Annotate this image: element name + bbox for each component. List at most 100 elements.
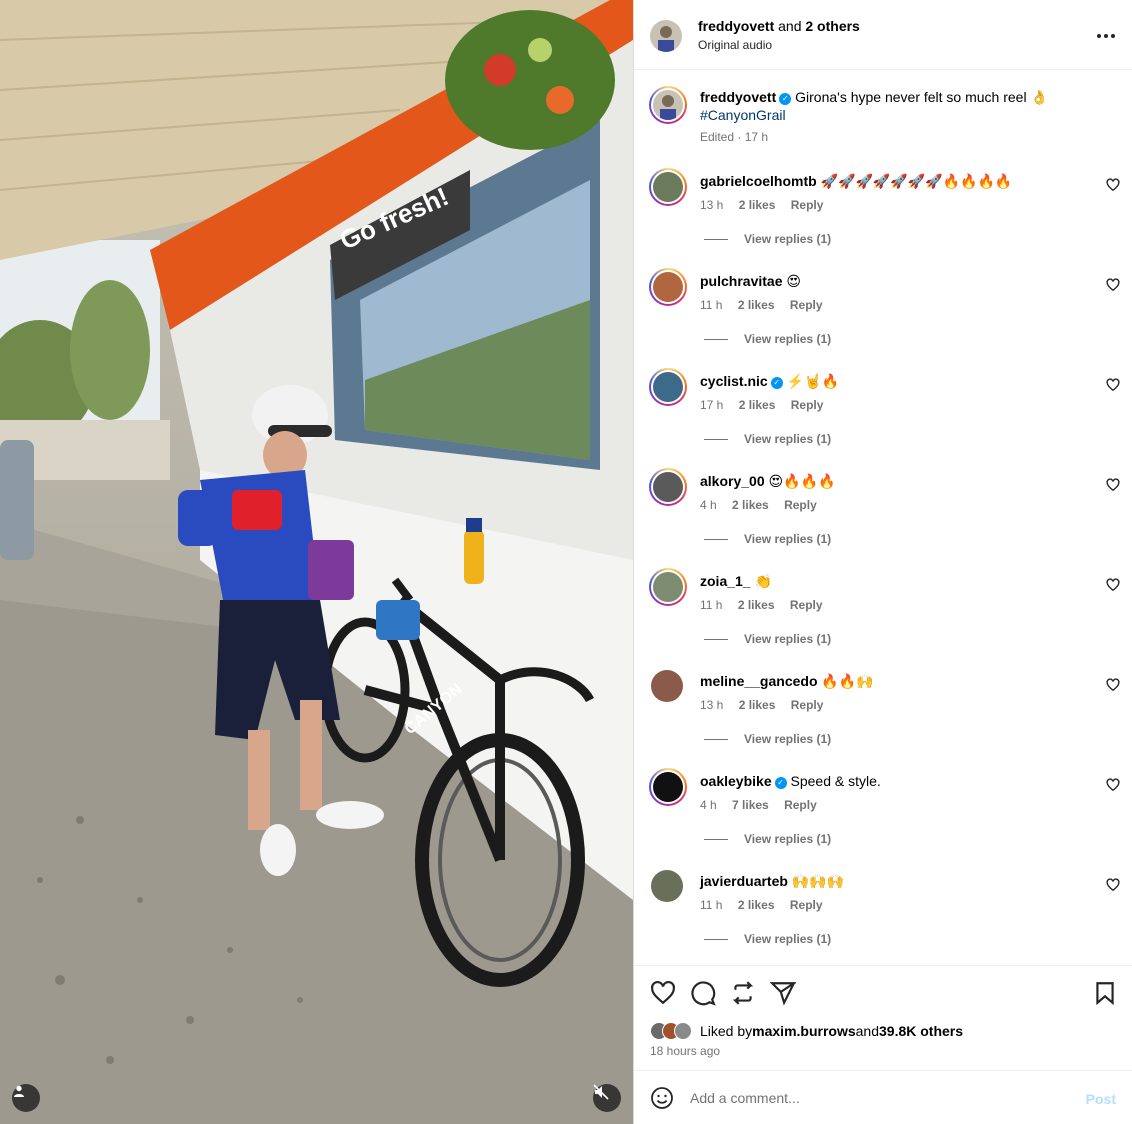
more-horizontal-icon[interactable] <box>1094 26 1118 46</box>
comment-username[interactable]: javierduarteb <box>700 873 788 889</box>
caption-username[interactable]: freddyovett <box>700 89 776 105</box>
comment-likes[interactable]: 2 likes <box>732 498 769 512</box>
author-avatar[interactable] <box>650 20 682 52</box>
comment-like-heart-icon[interactable] <box>1106 578 1120 592</box>
view-replies-button[interactable]: View replies (1) <box>704 732 831 746</box>
comment-username[interactable]: zoia_1_ <box>700 573 751 589</box>
comment-reply-button[interactable]: Reply <box>791 398 824 412</box>
verified-badge-icon: ✓ <box>770 377 783 389</box>
comment-time[interactable]: 11 h <box>700 598 722 612</box>
reel-video[interactable]: Go fresh! CANYON <box>0 0 633 1124</box>
comment-time[interactable]: 11 h <box>700 298 722 312</box>
comment-text-line: alkory_00 😍🔥🔥🔥 <box>700 472 835 490</box>
comment-like-heart-icon[interactable] <box>1106 778 1120 792</box>
caption-avatar <box>653 90 683 120</box>
comment-meta: 4 h 2 likes Reply <box>700 498 817 512</box>
smiley-icon[interactable] <box>650 1086 674 1110</box>
comment-time[interactable]: 11 h <box>700 898 722 912</box>
comment-like-heart-icon[interactable] <box>1106 878 1120 892</box>
comment-username[interactable]: gabrielcoelhomtb <box>700 173 817 189</box>
comment-avatar-ring[interactable] <box>649 768 687 806</box>
likes-user[interactable]: maxim.burrows <box>752 1023 855 1039</box>
likes-middle: and <box>855 1023 879 1039</box>
comment-avatar <box>653 272 683 302</box>
comment-likes[interactable]: 2 likes <box>739 398 776 412</box>
comment-avatar-ring[interactable] <box>649 368 687 406</box>
view-replies-button[interactable]: View replies (1) <box>704 532 831 546</box>
view-replies-button[interactable]: View replies (1) <box>704 332 831 346</box>
verified-badge-icon: ✓ <box>774 777 787 789</box>
caption-hashtag[interactable]: #CanyonGrail <box>700 107 786 123</box>
view-replies-button[interactable]: View replies (1) <box>704 632 831 646</box>
comment-likes[interactable]: 2 likes <box>738 298 775 312</box>
comment-input[interactable] <box>690 1085 1070 1111</box>
comment-username[interactable]: oakleybike <box>700 773 772 789</box>
comment-text: 😍 <box>786 273 801 289</box>
comment-item: javierduarteb 🙌🙌🙌 11 h 2 likes Reply Vie… <box>634 868 1132 968</box>
comment-text-line: pulchravitae 😍 <box>700 272 801 290</box>
header-collab-count[interactable]: 2 others <box>805 18 859 34</box>
comment-composer: Post <box>634 1070 1132 1124</box>
comment-likes[interactable]: 2 likes <box>739 698 776 712</box>
comment-time[interactable]: 4 h <box>700 498 717 512</box>
verified-badge-icon: ✓ <box>779 93 792 105</box>
replies-divider <box>704 638 728 640</box>
likes-count[interactable]: 39.8K others <box>879 1023 963 1039</box>
muted-speaker-icon[interactable] <box>593 1084 621 1112</box>
comment-avatar-ring[interactable] <box>649 168 687 206</box>
replies-divider <box>704 438 728 440</box>
comment-like-heart-icon[interactable] <box>1106 478 1120 492</box>
comment-icon[interactable] <box>690 980 716 1006</box>
comment-likes[interactable]: 2 likes <box>738 598 775 612</box>
comment-like-heart-icon[interactable] <box>1106 678 1120 692</box>
comment-avatar <box>653 772 683 802</box>
comment-avatar-ring[interactable] <box>649 568 687 606</box>
comment-reply-button[interactable]: Reply <box>790 898 823 912</box>
comment-like-heart-icon[interactable] <box>1106 378 1120 392</box>
comment-time[interactable]: 13 h <box>700 198 723 212</box>
comment-avatar[interactable] <box>651 870 683 902</box>
comment-text-line: gabrielcoelhomtb 🚀🚀🚀🚀🚀🚀🚀🔥🔥🔥🔥 <box>700 172 1012 190</box>
comment-time[interactable]: 13 h <box>700 698 723 712</box>
comment-reply-button[interactable]: Reply <box>784 798 817 812</box>
view-replies-button[interactable]: View replies (1) <box>704 232 831 246</box>
repost-icon[interactable] <box>730 980 756 1006</box>
replies-divider <box>704 938 728 940</box>
comment-likes[interactable]: 2 likes <box>738 898 775 912</box>
post-timestamp[interactable]: 18 hours ago <box>650 1044 720 1058</box>
caption-avatar-ring[interactable] <box>649 86 687 124</box>
send-icon[interactable] <box>769 980 798 1006</box>
comment-username[interactable]: cyclist.nic <box>700 373 768 389</box>
header-username[interactable]: freddyovett <box>698 18 774 34</box>
comment-item: zoia_1_ 👏 11 h 2 likes Reply View replie… <box>634 568 1132 668</box>
comment-username[interactable]: meline__gancedo <box>700 673 818 689</box>
heart-icon[interactable] <box>650 980 676 1006</box>
comment-reply-button[interactable]: Reply <box>784 498 817 512</box>
comment-reply-button[interactable]: Reply <box>790 298 823 312</box>
comment-avatar-ring[interactable] <box>649 268 687 306</box>
post-comment-button[interactable]: Post <box>1086 1091 1116 1107</box>
likes-prefix: Liked by <box>700 1023 753 1039</box>
comment-time[interactable]: 17 h <box>700 398 723 412</box>
reel-frame-illustration: Go fresh! CANYON <box>0 0 633 1124</box>
audio-label[interactable]: Original audio <box>698 38 772 52</box>
comment-reply-button[interactable]: Reply <box>790 598 823 612</box>
comment-reply-button[interactable]: Reply <box>791 198 824 212</box>
comment-username[interactable]: pulchravitae <box>700 273 782 289</box>
comment-reply-button[interactable]: Reply <box>791 698 824 712</box>
view-replies-button[interactable]: View replies (1) <box>704 832 831 846</box>
view-replies-button[interactable]: View replies (1) <box>704 932 831 946</box>
user-tag-icon[interactable] <box>12 1084 40 1112</box>
caption-text: Girona's hype never felt so much reel 👌 <box>795 89 1048 105</box>
bookmark-icon[interactable] <box>1092 980 1118 1006</box>
comment-likes[interactable]: 2 likes <box>739 198 776 212</box>
comment-like-heart-icon[interactable] <box>1106 278 1120 292</box>
comment-avatar[interactable] <box>651 670 683 702</box>
comment-time[interactable]: 4 h <box>700 798 717 812</box>
comment-meta: 11 h 2 likes Reply <box>700 898 823 912</box>
comment-like-heart-icon[interactable] <box>1106 178 1120 192</box>
comment-username[interactable]: alkory_00 <box>700 473 765 489</box>
comment-avatar-ring[interactable] <box>649 468 687 506</box>
comment-likes[interactable]: 7 likes <box>732 798 769 812</box>
view-replies-button[interactable]: View replies (1) <box>704 432 831 446</box>
